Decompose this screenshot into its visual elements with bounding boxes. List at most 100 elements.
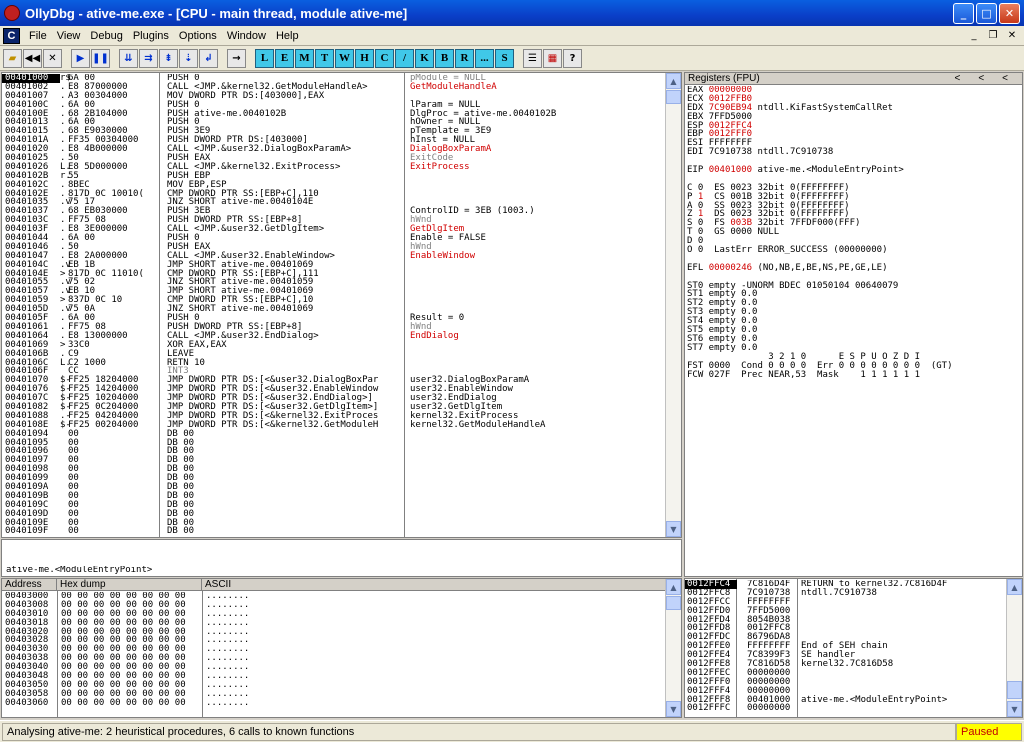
child-restore-button[interactable]: ❐: [985, 29, 1001, 43]
disasm-row[interactable]: 00401007. A3 00304000 MOV DWORD PTR DS:[40…: [2, 91, 665, 101]
child-close-button[interactable]: ✕: [1004, 29, 1020, 43]
stack-scrollbar[interactable]: ▲ ▼: [1006, 579, 1022, 717]
menu-window[interactable]: Window: [222, 30, 271, 42]
run-icon[interactable]: ▶: [71, 48, 90, 68]
register-line[interactable]: EIP 00401000 ative-me.<ModuleEntryPoint>: [687, 166, 1020, 175]
minimize-button[interactable]: _: [953, 2, 974, 24]
disasm-row[interactable]: 00401095 00 DB 00: [2, 438, 665, 448]
child-minimize-button[interactable]: _: [966, 29, 982, 43]
disasm-row[interactable]: 00401098 00 DB 00: [2, 465, 665, 474]
stack-row[interactable]: 0012FFD0 7FFD5000: [685, 606, 1006, 616]
call-stack-window-button[interactable]: K: [415, 48, 434, 68]
source-window-button[interactable]: S: [495, 48, 514, 68]
register-line[interactable]: EDI 7C910738 ntdll.7C910738: [687, 148, 1020, 157]
register-value[interactable]: 00401000: [709, 166, 752, 175]
dump-scroll-thumb[interactable]: [666, 596, 681, 610]
step-into-icon[interactable]: ⇊: [119, 48, 138, 68]
dump-header-address[interactable]: Address: [2, 579, 57, 591]
stack-scroll-thumb[interactable]: [1007, 681, 1022, 699]
dump-scroll-down-icon[interactable]: ▼: [666, 701, 681, 717]
rewind-icon[interactable]: ◀◀: [23, 48, 42, 68]
stack-scroll-down-icon[interactable]: ▼: [1007, 701, 1022, 717]
execute-till-return-icon[interactable]: ↲: [199, 48, 218, 68]
disasm-row[interactable]: 0040109F 00 DB 00: [2, 527, 665, 536]
memory-window-button[interactable]: M: [295, 48, 314, 68]
disasm-row[interactable]: 0040104E >817D 0C 11010(CMP DWORD PTR SS:…: [2, 269, 665, 279]
step-over-icon[interactable]: ⇉: [139, 48, 158, 68]
help-icon[interactable]: ?: [563, 48, 582, 68]
registers-pane[interactable]: Registers (FPU) < < < EAX 00000000 ECX 00…: [684, 72, 1023, 577]
stack-row[interactable]: 0012FFFC 00000000: [685, 704, 1006, 713]
disasm-row[interactable]: 00401020. E8 4B000000 CALL <JMP.&user32.Di…: [2, 145, 665, 154]
maximize-button[interactable]: □: [976, 2, 997, 24]
register-line[interactable]: T 0 GS 0000 NULL: [687, 228, 1020, 237]
register-line[interactable]: O 0 LastErr ERROR_SUCCESS (00000000): [687, 246, 1020, 255]
disasm-row[interactable]: 0040109C 00 DB 00: [2, 500, 665, 510]
menu-help[interactable]: Help: [271, 30, 304, 42]
disasm-row[interactable]: 0040109A 00 DB 00: [2, 483, 665, 492]
disasm-row[interactable]: 00401047. E8 2A000000 CALL <JMP.&user32.En…: [2, 251, 665, 261]
list-icon[interactable]: ☰: [523, 48, 542, 68]
disasm-row[interactable]: 0040106C L. C2 1000 RETN 10: [2, 358, 665, 368]
disasm-row[interactable]: 00401094 00 DB 00: [2, 429, 665, 439]
windows-window-button[interactable]: W: [335, 48, 354, 68]
pause-icon[interactable]: ❚❚: [91, 48, 110, 68]
register-value[interactable]: 00000246: [709, 263, 752, 273]
disasm-row[interactable]: 00401064. E8 13000000 CALL <JMP.&user32.En…: [2, 331, 665, 341]
menu-options[interactable]: Options: [174, 30, 222, 42]
disassembly-pane[interactable]: 00401000 r$ 6A 00 PUSH 0 pModule = NULL 00401…: [1, 72, 682, 538]
stack-row[interactable]: 0012FFEC 00000000: [685, 668, 1006, 678]
disasm-row[interactable]: 00401026 L. E8 5D000000 CALL <JMP.&kernel32…: [2, 162, 665, 172]
scroll-thumb[interactable]: [666, 90, 681, 104]
run-trace-window-button[interactable]: ...: [475, 48, 494, 68]
disasm-row[interactable]: 00401055 .v 75 02 JNZ SHORT ative-me.004010…: [2, 278, 665, 287]
disasm-row[interactable]: 0040102B r. 55 PUSH EBP: [2, 171, 665, 181]
dump-row[interactable]: 00403060 00 00 00 00 00 00 00 00........: [2, 698, 665, 708]
stack-row[interactable]: 0012FFC8 7C910738 ntdll.7C910738: [685, 588, 1006, 598]
disasm-row[interactable]: 00401044. 6A 00 PUSH 0 Enable = FALSE: [2, 234, 665, 243]
stack-row[interactable]: 0012FFD4 8054B038: [685, 615, 1006, 625]
dump-header-hex[interactable]: Hex dump: [57, 579, 202, 591]
references-window-button[interactable]: R: [455, 48, 474, 68]
back-arrow-icon[interactable]: <: [1002, 73, 1008, 84]
disasm-row[interactable]: 00401099 00 DB 00: [2, 474, 665, 483]
stack-pane[interactable]: 0012FFC4 7C816D4F RETURN to kernel32.7C816…: [684, 578, 1023, 718]
register-line[interactable]: EFL 00000246 (NO,NB,E,BE,NS,PE,GE,LE): [687, 263, 1020, 273]
dump-listing[interactable]: 00403000 00 00 00 00 00 00 00 00........ 0…: [2, 592, 665, 717]
appearance-icon[interactable]: ▦: [543, 48, 562, 68]
open-folder-icon[interactable]: ▰: [3, 48, 22, 68]
register-line[interactable]: FCW 027F Prec NEAR,53 Mask 1 1 1 1 1 1: [687, 370, 1020, 380]
stack-row[interactable]: 0012FFF8 00401000 ative-me.<ModuleEntryPoi…: [685, 695, 1006, 705]
disasm-row[interactable]: 0040100E. 68 2B104000 PUSH ative-me.004010…: [2, 109, 665, 119]
handles-window-button[interactable]: H: [355, 48, 374, 68]
threads-window-button[interactable]: T: [315, 48, 334, 68]
disasm-row[interactable]: 0040109D 00 DB 00: [2, 509, 665, 519]
close-button[interactable]: ✕: [999, 2, 1020, 24]
dump-pane[interactable]: Address Hex dump ASCII 00403000 00 00 00 …: [1, 578, 682, 718]
register-value[interactable]: 7C910738: [709, 148, 752, 157]
trace-into-icon[interactable]: ⇟: [159, 48, 178, 68]
disasm-row[interactable]: 00401097 00 DB 00: [2, 456, 665, 465]
disasm-row[interactable]: 0040103F. E8 3E000000 CALL <JMP.&user32.Ge…: [2, 225, 665, 234]
disasm-row[interactable]: 0040109B 00 DB 00: [2, 491, 665, 501]
disasm-row[interactable]: 0040109E 00 DB 00: [2, 518, 665, 528]
stack-scroll-up-icon[interactable]: ▲: [1007, 579, 1022, 595]
stack-listing[interactable]: 0012FFC4 7C816D4F RETURN to kernel32.7C816…: [685, 580, 1006, 717]
breakpoints-window-button[interactable]: B: [435, 48, 454, 68]
menu-plugins[interactable]: Plugins: [128, 30, 174, 42]
disasm-row[interactable]: 00401096 00 DB 00: [2, 447, 665, 456]
trace-over-icon[interactable]: ⇣: [179, 48, 198, 68]
stack-row[interactable]: 0012FFF0 00000000: [685, 677, 1006, 687]
dump-scroll-up-icon[interactable]: ▲: [666, 579, 681, 595]
disasm-row[interactable]: 0040108E $- FF25 00204000 JMP DWORD PTR DS:…: [2, 420, 665, 430]
disasm-row[interactable]: 00401069 >33C0 XOR EAX,EAX: [2, 340, 665, 350]
prev-arrow-icon[interactable]: <: [954, 73, 960, 84]
modules-window-button[interactable]: E: [275, 48, 294, 68]
disasm-row[interactable]: 0040102E. 817D 0C 10010(CMP DWORD PTR SS:…: [2, 189, 665, 199]
left-arrow-icon[interactable]: <: [978, 73, 984, 84]
go-to-icon[interactable]: →: [227, 48, 246, 68]
cpu-window-icon[interactable]: C: [3, 27, 20, 44]
disasm-row[interactable]: 00401059 >837D 0C 10 CMP DWORD PTR SS:[EBP…: [2, 296, 665, 305]
disasm-row[interactable]: 0040105D .v 75 0A JNZ SHORT ative-me.004010…: [2, 305, 665, 314]
register-list[interactable]: EAX 00000000 ECX 0012FFB0 EDX 7C90EB94 ntd…: [687, 86, 1020, 576]
